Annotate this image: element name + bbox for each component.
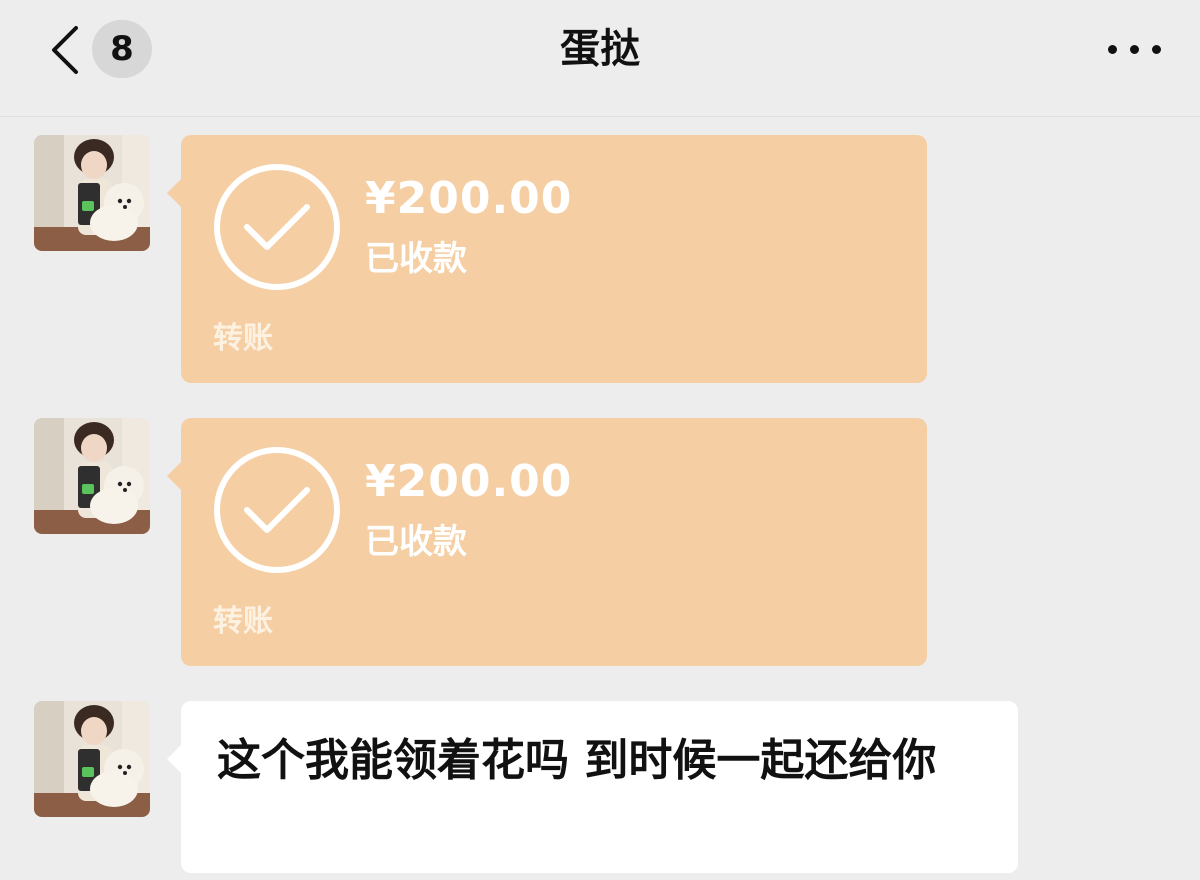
check-circle-icon (214, 447, 340, 573)
nav-bar: 8 蛋挞 (0, 0, 1200, 117)
sender-avatar[interactable] (34, 135, 150, 251)
more-horizontal-icon (1108, 45, 1117, 54)
transfer-message[interactable]: ¥200.00 已收款 转账 (167, 418, 927, 666)
sender-avatar[interactable] (34, 701, 150, 817)
sender-avatar[interactable] (34, 418, 150, 534)
transfer-amount: ¥200.00 (365, 173, 573, 224)
more-options-button[interactable] (1100, 30, 1170, 70)
transfer-message[interactable]: ¥200.00 已收款 转账 (167, 135, 927, 383)
unread-count-badge[interactable]: 8 (92, 20, 152, 78)
chevron-left-icon (52, 26, 78, 74)
transfer-amount: ¥200.00 (365, 456, 573, 507)
chat-title: 蛋挞 (560, 26, 640, 72)
text-message-bubble[interactable]: 这个我能领着花吗 到时候一起还给你 (167, 701, 1018, 873)
check-circle-icon (214, 164, 340, 290)
more-horizontal-icon (1130, 45, 1139, 54)
transfer-label: 转账 (213, 321, 273, 356)
transfer-label: 转账 (213, 604, 273, 639)
more-horizontal-icon (1152, 45, 1161, 54)
transfer-status: 已收款 (365, 522, 467, 562)
back-button[interactable] (40, 22, 100, 78)
message-text: 这个我能领着花吗 到时候一起还给你 (217, 735, 937, 786)
transfer-status: 已收款 (365, 239, 467, 279)
